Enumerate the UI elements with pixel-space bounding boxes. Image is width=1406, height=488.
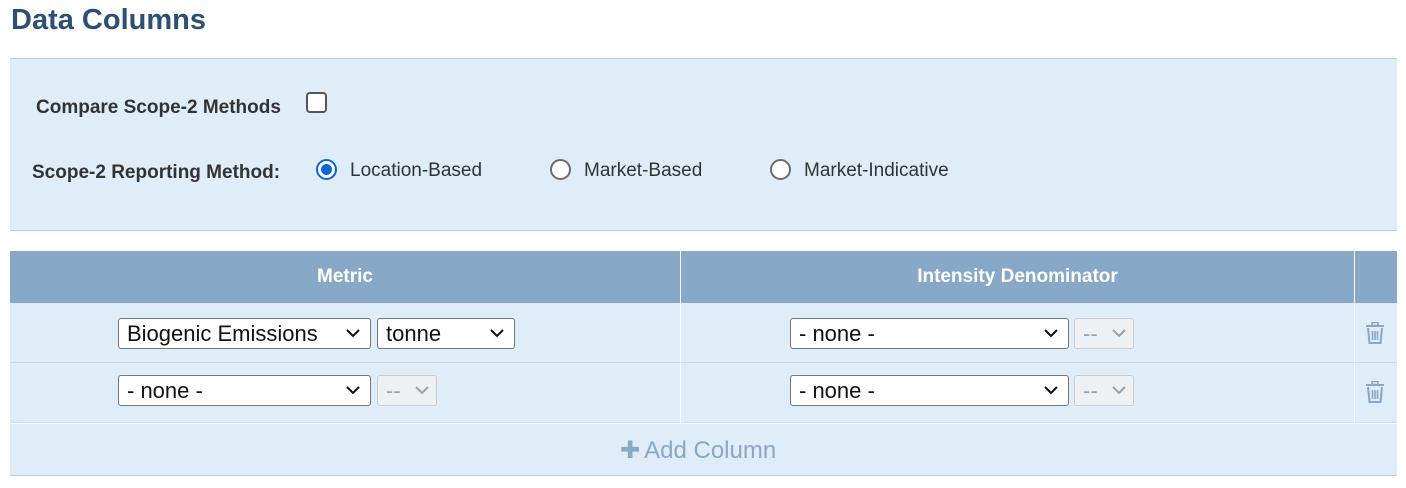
data-columns-table: Metric Intensity Denominator Biogenic Em… (10, 251, 1397, 476)
trash-icon[interactable] (1365, 381, 1385, 403)
chevron-down-icon (1044, 386, 1058, 395)
compare-methods-checkbox[interactable] (306, 92, 327, 113)
radio-market-indicative[interactable] (770, 159, 791, 180)
unit-select[interactable]: tonne (377, 318, 515, 349)
chevron-down-icon (1112, 329, 1126, 338)
header-divider (1354, 251, 1355, 303)
radio-location-based-label[interactable]: Location-Based (350, 160, 482, 182)
unit-select[interactable]: -- (377, 375, 437, 406)
reporting-method-label: Scope-2 Reporting Method: (32, 162, 281, 183)
header-intensity-denominator: Intensity Denominator (917, 266, 1118, 287)
cell-divider (680, 363, 681, 423)
metric-select-value: Biogenic Emissions (127, 321, 318, 346)
plus-icon: ✚ (620, 437, 641, 464)
denominator-unit-value: -- (1083, 378, 1098, 403)
metric-select[interactable]: - none - (118, 375, 371, 406)
radio-market-based-label[interactable]: Market-Based (584, 160, 702, 182)
denominator-select[interactable]: - none - (790, 375, 1069, 406)
cell-divider (680, 303, 681, 363)
cell-divider (1354, 303, 1355, 363)
table-header: Metric Intensity Denominator (10, 251, 1397, 303)
denominator-select-value: - none - (799, 321, 875, 346)
metric-select[interactable]: Biogenic Emissions (118, 318, 371, 349)
trash-icon[interactable] (1365, 322, 1385, 344)
compare-methods-label: Compare Scope-2 Methods (36, 97, 281, 118)
denominator-unit-select[interactable]: -- (1074, 375, 1134, 406)
table-row: Biogenic Emissions tonne - none - -- (10, 303, 1397, 363)
metric-select-value: - none - (127, 378, 203, 403)
chevron-down-icon (1044, 329, 1058, 338)
chevron-down-icon (346, 386, 360, 395)
options-panel: Compare Scope-2 Methods Scope-2 Reportin… (10, 58, 1397, 231)
unit-select-value: tonne (386, 321, 442, 346)
chevron-down-icon (346, 329, 360, 338)
denominator-unit-value: -- (1083, 321, 1098, 346)
radio-market-based[interactable] (550, 159, 571, 180)
chevron-down-icon (415, 386, 429, 395)
denominator-select[interactable]: - none - (790, 318, 1069, 349)
table-row: - none - -- - none - -- (10, 363, 1397, 423)
add-column-button[interactable]: ✚ Add Column (620, 436, 776, 464)
denominator-unit-select[interactable]: -- (1074, 318, 1134, 349)
add-column-row: ✚ Add Column (10, 424, 1397, 476)
cell-divider (1354, 363, 1355, 423)
chevron-down-icon (1112, 386, 1126, 395)
page-title: Data Columns (11, 4, 206, 36)
radio-location-based[interactable] (316, 159, 337, 180)
chevron-down-icon (490, 329, 504, 338)
unit-select-value: -- (386, 378, 401, 403)
radio-market-indicative-label[interactable]: Market-Indicative (804, 160, 949, 182)
add-column-label: Add Column (644, 437, 777, 464)
header-metric: Metric (317, 266, 373, 287)
denominator-select-value: - none - (799, 378, 875, 403)
